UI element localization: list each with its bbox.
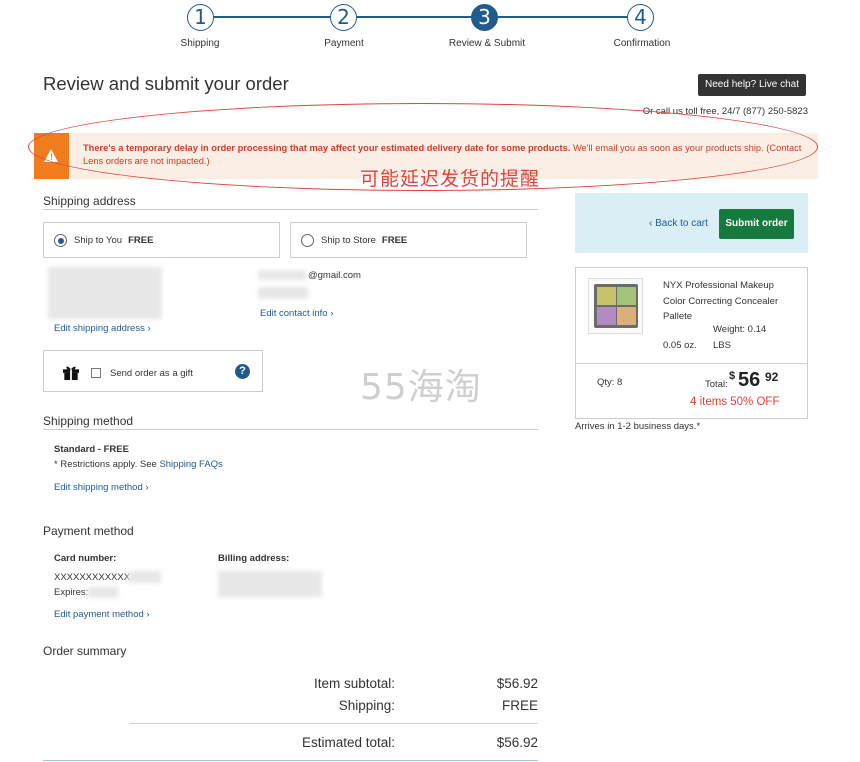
step-4-label: Confirmation	[613, 38, 671, 49]
product-total-label: Total:	[705, 379, 728, 390]
submit-order-button[interactable]: Submit order	[719, 209, 794, 239]
section-divider	[43, 429, 538, 430]
redacted-card-digits	[128, 571, 161, 583]
cart-action-panel: ‹ Back to cart Submit order	[575, 193, 808, 253]
item-subtotal-label: Item subtotal:	[313, 676, 395, 691]
shipping-cost-value: FREE	[501, 698, 538, 713]
redacted-phone	[258, 287, 308, 299]
section-divider	[43, 209, 538, 210]
promo-text: 4 items 50% OFF	[690, 396, 780, 408]
price-currency: $	[729, 370, 736, 382]
redacted-expiry	[88, 587, 118, 598]
card-number-label: Card number:	[54, 553, 117, 564]
help-icon[interactable]: ?	[235, 364, 250, 379]
product-card: NYX Professional Makeup Color Correcting…	[575, 267, 808, 419]
estimated-total-value: $56.92	[496, 735, 538, 750]
ship-to-store-price: FREE	[381, 235, 408, 246]
step-connector	[357, 16, 471, 18]
step-3-label: Review & Submit	[448, 38, 526, 49]
step-1-circle[interactable]: 1	[187, 4, 214, 31]
product-quantity: Qty: 8	[597, 377, 623, 388]
ship-to-store-text: Ship to Store	[321, 235, 376, 246]
step-connector	[214, 16, 330, 18]
edit-payment-method-link[interactable]: Edit payment method ›	[54, 609, 150, 620]
edit-shipping-address-link[interactable]: Edit shipping address ›	[54, 323, 151, 334]
gift-label: Send order as a gift	[110, 368, 193, 379]
ship-to-you-price: FREE	[128, 235, 154, 246]
step-2-label[interactable]: Payment	[284, 38, 404, 49]
step-3-circle: 3	[471, 4, 498, 31]
redacted-email	[258, 270, 306, 280]
email-suffix: @gmail.com	[308, 270, 361, 281]
card-number-value: XXXXXXXXXXXX	[54, 572, 131, 583]
product-image[interactable]	[588, 278, 643, 334]
product-name[interactable]: NYX Professional Makeup Color Correcting…	[663, 278, 798, 325]
product-oz: 0.05 oz.	[663, 340, 697, 351]
product-lbs: LBS	[713, 340, 731, 351]
gift-option-box: Send order as a gift ?	[43, 350, 263, 392]
price-dollars: 56	[738, 369, 761, 391]
shipping-cost-label: Shipping:	[338, 698, 395, 713]
restrictions-text: * Restrictions apply. See	[54, 459, 160, 470]
ship-to-store-label: Ship to Store FREE	[321, 235, 407, 246]
order-summary-title: Order summary	[43, 644, 127, 658]
shipping-method-name: Standard - FREE	[54, 444, 129, 455]
shipping-restrictions: * Restrictions apply. See Shipping FAQs	[54, 459, 223, 470]
payment-method-title: Payment method	[43, 524, 134, 538]
shipping-faq-link[interactable]: Shipping FAQs	[159, 459, 222, 470]
ship-to-you-radio[interactable]	[54, 234, 67, 247]
step-1-label[interactable]: Shipping	[140, 38, 260, 49]
price-cents: 92	[765, 370, 779, 384]
edit-contact-info-link[interactable]: Edit contact info ›	[260, 308, 333, 319]
step-connector	[498, 16, 627, 18]
redacted-address	[48, 267, 162, 319]
page-title: Review and submit your order	[43, 73, 289, 94]
live-chat-button[interactable]: Need help? Live chat	[698, 74, 806, 96]
expires-label: Expires:	[54, 587, 89, 598]
product-weight: Weight: 0.14	[713, 324, 767, 335]
shipping-address-title: Shipping address	[43, 194, 136, 208]
edit-shipping-method-link[interactable]: Edit shipping method ›	[54, 482, 149, 493]
item-subtotal-value: $56.92	[496, 676, 538, 691]
ship-to-store-radio[interactable]	[301, 234, 314, 247]
redacted-billing-address	[218, 571, 322, 597]
checkout-stepper: 1 2 3 4 Shipping Payment Review & Submit…	[0, 2, 860, 54]
product-divider	[576, 363, 807, 364]
arrival-estimate: Arrives in 1-2 business days.*	[575, 421, 701, 432]
summary-divider	[130, 723, 538, 724]
step-4-circle: 4	[627, 4, 654, 31]
gift-checkbox[interactable]	[91, 368, 101, 378]
annotation-text: 可能延迟发货的提醒	[360, 168, 541, 190]
estimated-total-label: Estimated total:	[301, 735, 395, 750]
ship-to-you-label: Ship to You FREE	[74, 235, 153, 246]
gift-icon	[63, 366, 79, 380]
ship-to-you-option[interactable]: Ship to You FREE	[43, 222, 280, 258]
step-2-circle[interactable]: 2	[330, 4, 357, 31]
billing-address-label: Billing address:	[218, 553, 290, 564]
shipping-method-title: Shipping method	[43, 414, 134, 428]
palette-icon	[594, 284, 638, 328]
ship-to-store-option[interactable]: Ship to Store FREE	[290, 222, 527, 258]
back-to-cart-link[interactable]: ‹ Back to cart	[649, 218, 708, 229]
summary-bottom-rule	[43, 760, 538, 761]
ship-to-you-text: Ship to You	[74, 235, 123, 246]
watermark: 55海淘	[360, 367, 482, 408]
